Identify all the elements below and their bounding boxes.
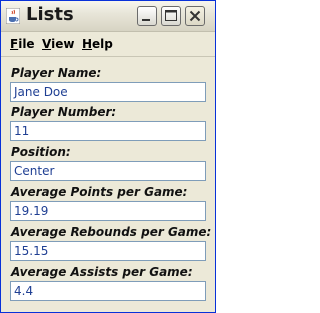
position-field[interactable]: Center [10, 161, 206, 181]
position-label: Position: [11, 145, 71, 159]
player-name-label: Player Name: [11, 66, 102, 80]
title-bar[interactable]: Lists [1, 1, 215, 32]
avg-points-label: Average Points per Game: [11, 185, 188, 199]
menu-bar: File View Help [1, 32, 215, 57]
menu-help-mnemonic: H [82, 37, 93, 51]
menu-file-label: ile [18, 37, 35, 51]
menu-file[interactable]: File [10, 37, 35, 52]
menu-file-mnemonic: F [10, 37, 19, 51]
player-name-field[interactable]: Jane Doe [10, 82, 206, 102]
form-panel: Player Name: Jane Doe Player Number: 11 … [1, 57, 215, 312]
menu-help-label: elp [92, 37, 113, 51]
avg-assists-label: Average Assists per Game: [11, 265, 193, 279]
avg-assists-field[interactable]: 4.4 [10, 281, 206, 301]
minimize-icon [142, 19, 150, 21]
avg-points-field[interactable]: 19.19 [10, 201, 206, 221]
menu-view[interactable]: View [42, 37, 74, 52]
maximize-button[interactable] [161, 6, 181, 26]
avg-rebounds-field[interactable]: 15.15 [10, 241, 206, 261]
menu-view-label: iew [51, 37, 75, 51]
close-button[interactable] [185, 6, 205, 26]
java-cup-icon[interactable] [6, 8, 20, 24]
player-number-label: Player Number: [11, 105, 117, 119]
player-number-field[interactable]: 11 [10, 121, 206, 141]
avg-rebounds-label: Average Rebounds per Game: [11, 225, 212, 239]
maximize-icon [165, 10, 177, 21]
window-title: Lists [26, 4, 74, 25]
menu-view-mnemonic: V [42, 37, 52, 51]
app-window: Lists File View Help Player Name: Jane D… [0, 0, 216, 313]
minimize-button[interactable] [137, 6, 157, 26]
close-icon [189, 10, 201, 22]
menu-help[interactable]: Help [82, 37, 113, 52]
